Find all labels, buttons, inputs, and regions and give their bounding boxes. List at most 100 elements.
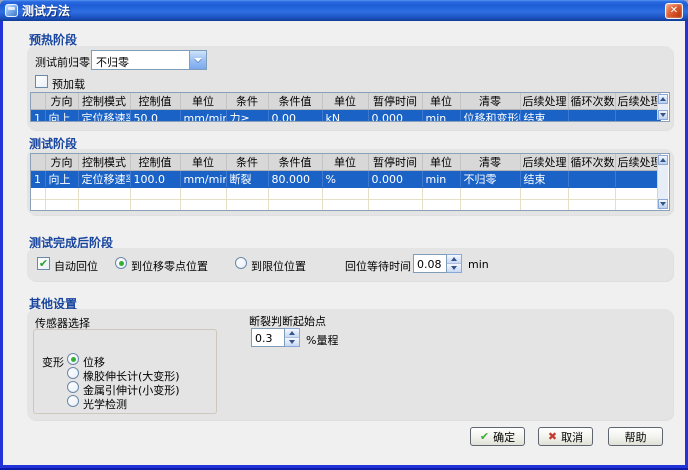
column-header: 单位 xyxy=(180,154,226,171)
cell xyxy=(568,110,615,123)
cell: % xyxy=(322,171,368,188)
scroll-down-icon[interactable] xyxy=(658,110,668,120)
column-header: 控制值 xyxy=(130,154,180,171)
after-test-panel: ✔ 自动回位 到位移零点位置 到限位位置 回位等待时间 0.08 min xyxy=(27,248,673,281)
column-header: 条件值 xyxy=(268,154,322,171)
cell: 定位移速率 xyxy=(78,110,130,123)
cell: 断裂 xyxy=(226,171,268,188)
column-header: 方向 xyxy=(45,93,78,110)
spinner-up-icon[interactable] xyxy=(447,255,461,264)
cancel-button-label: 取消 xyxy=(561,429,583,445)
wait-time-label: 回位等待时间 xyxy=(345,258,411,274)
wait-time-spinner: 0.08 xyxy=(413,254,462,273)
auto-return-checkbox[interactable]: ✔ xyxy=(37,257,50,270)
column-header: 后续处理 xyxy=(615,154,660,171)
column-header xyxy=(31,154,45,171)
column-header: 暂停时间 xyxy=(368,93,422,110)
cell: 定位移速率 xyxy=(78,171,130,188)
cell: mm/min xyxy=(180,110,226,123)
window-title: 测试方法 xyxy=(22,2,70,19)
close-icon: ✕ xyxy=(670,5,678,16)
cell: 不归零 xyxy=(460,171,520,188)
column-header: 控制值 xyxy=(130,93,180,110)
column-header: 清零 xyxy=(460,154,520,171)
ok-button[interactable]: ✔ 确定 xyxy=(470,427,525,446)
column-header: 控制模式 xyxy=(78,154,130,171)
column-header: 单位 xyxy=(422,93,460,110)
zero-before-test-combobox[interactable]: 不归零 xyxy=(91,50,207,70)
cell xyxy=(615,110,660,123)
column-header: 后续处理 xyxy=(615,93,660,110)
column-header: 条件 xyxy=(226,93,268,110)
check-icon: ✔ xyxy=(39,258,48,269)
column-header: 条件 xyxy=(226,154,268,171)
wait-time-input[interactable]: 0.08 xyxy=(413,254,447,273)
cell: 100.0 xyxy=(130,171,180,188)
app-icon xyxy=(5,4,18,17)
return-to-zero-label: 到位移零点位置 xyxy=(131,258,208,274)
column-header: 单位 xyxy=(322,93,368,110)
cell: 50.0 xyxy=(130,110,180,123)
column-header: 循环次数 xyxy=(568,93,615,110)
test-panel: 方向 控制模式 控制值 单位 条件 条件值 单位 暂停时间 单位 清零 后续处理… xyxy=(27,149,673,215)
break-judge-label: 断裂判断起始点 xyxy=(249,313,326,329)
preload-checkbox[interactable] xyxy=(35,75,48,88)
spinner-up-icon[interactable] xyxy=(285,329,299,338)
column-header: 控制模式 xyxy=(78,93,130,110)
other-settings-panel: 传感器选择 变形 位移 橡胶伸长计(大变形) 金属引伸计(小变形) 光学检测 断… xyxy=(27,309,673,420)
ok-button-label: 确定 xyxy=(493,429,515,445)
sensor-groupbox: 变形 位移 橡胶伸长计(大变形) 金属引伸计(小变形) 光学检测 xyxy=(33,329,217,414)
column-header: 条件值 xyxy=(268,93,322,110)
column-header xyxy=(31,93,45,110)
x-icon: ✖ xyxy=(548,430,557,443)
deform-optical-radio[interactable] xyxy=(67,395,79,407)
column-header: 清零 xyxy=(460,93,520,110)
deform-rubber-extensometer-radio[interactable] xyxy=(67,367,79,379)
deform-displacement-radio[interactable] xyxy=(67,353,79,365)
titlebar[interactable]: 测试方法 ✕ xyxy=(0,0,688,21)
cell: min xyxy=(422,171,460,188)
spinner-down-icon[interactable] xyxy=(447,264,461,272)
column-header: 后续处理 xyxy=(520,154,568,171)
cell: min xyxy=(422,110,460,123)
table-row[interactable]: 1 向上 定位移速率 50.0 mm/min 力≥ 0.00 kN 0.000 … xyxy=(31,110,660,123)
deform-metal-extensometer-radio[interactable] xyxy=(67,381,79,393)
cell: 力≥ xyxy=(226,110,268,123)
scroll-down-icon[interactable] xyxy=(658,199,668,209)
vertical-scrollbar[interactable] xyxy=(657,155,668,209)
check-icon: ✔ xyxy=(480,430,489,443)
cell: kN xyxy=(322,110,368,123)
deform-optical-label: 光学检测 xyxy=(83,396,127,412)
cell: 向上 xyxy=(45,110,78,123)
auto-return-label: 自动回位 xyxy=(54,258,98,274)
column-header: 方向 xyxy=(45,154,78,171)
cell: 1 xyxy=(31,171,45,188)
chevron-down-icon[interactable] xyxy=(190,50,207,70)
column-header: 暂停时间 xyxy=(368,154,422,171)
combobox-value: 不归零 xyxy=(91,50,190,70)
break-judge-input[interactable]: 0.3 xyxy=(251,328,285,347)
cell: mm/min xyxy=(180,171,226,188)
return-to-limit-radio[interactable] xyxy=(235,257,247,269)
scroll-up-icon[interactable] xyxy=(658,155,668,165)
help-button[interactable]: 帮助 xyxy=(608,427,663,446)
scroll-up-icon[interactable] xyxy=(658,94,668,104)
table-row[interactable] xyxy=(31,188,660,200)
cell: 1 xyxy=(31,110,45,123)
break-judge-spinner: 0.3 xyxy=(251,328,300,347)
preheat-grid: 方向 控制模式 控制值 单位 条件 条件值 单位 暂停时间 单位 清零 后续处理… xyxy=(30,92,670,122)
column-header: 单位 xyxy=(180,93,226,110)
table-row[interactable] xyxy=(31,200,660,212)
close-button[interactable]: ✕ xyxy=(665,3,683,19)
spinner-down-icon[interactable] xyxy=(285,338,299,346)
table-row[interactable]: 1 向上 定位移速率 100.0 mm/min 断裂 80.000 % 0.00… xyxy=(31,171,660,188)
cell: 结束 xyxy=(520,171,568,188)
cell: 0.00 xyxy=(268,110,322,123)
return-to-zero-radio[interactable] xyxy=(115,257,127,269)
cancel-button[interactable]: ✖ 取消 xyxy=(538,427,593,446)
preload-label: 预加载 xyxy=(52,76,85,92)
column-header: 单位 xyxy=(322,154,368,171)
vertical-scrollbar[interactable] xyxy=(657,94,668,120)
dialog-test-method: 测试方法 ✕ 预热阶段 测试前归零 不归零 预加载 xyxy=(0,0,688,470)
cell xyxy=(568,171,615,188)
